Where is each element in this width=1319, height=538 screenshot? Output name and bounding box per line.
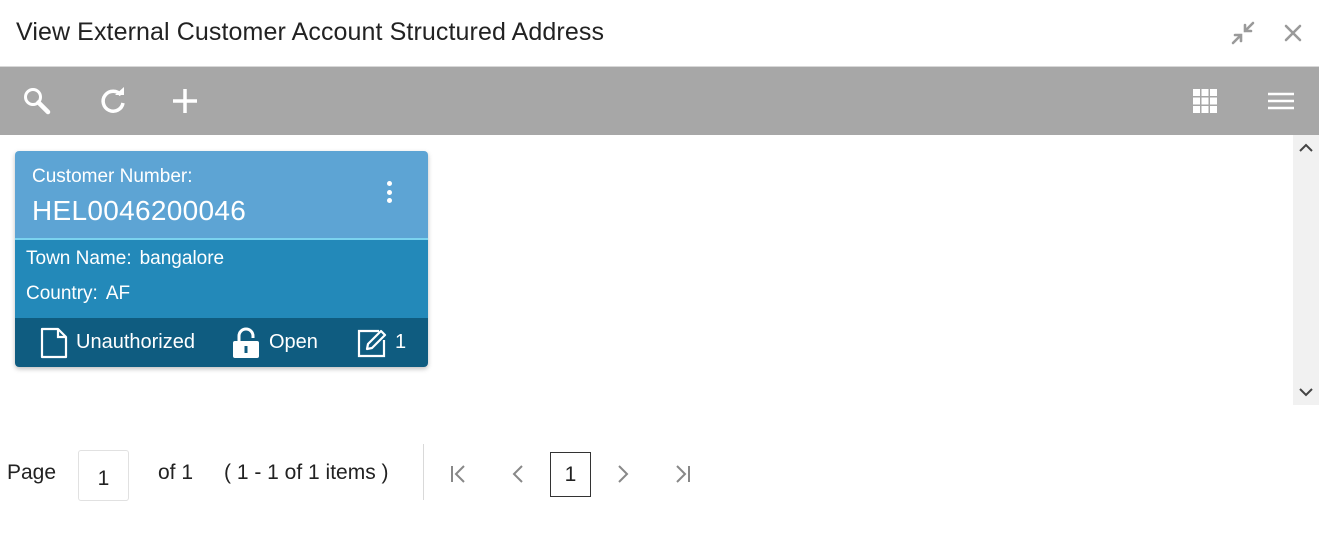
modification-number: 1 <box>357 326 406 359</box>
lock-status-text: Open <box>269 331 318 353</box>
next-page-button[interactable] <box>610 460 636 488</box>
close-button[interactable] <box>1278 18 1308 48</box>
page-number-input[interactable] <box>78 450 129 501</box>
refresh-icon <box>101 87 125 113</box>
chevron-up-icon <box>1299 143 1313 152</box>
document-icon <box>40 327 68 358</box>
town-name-label: Town Name: <box>26 248 132 269</box>
record-card[interactable]: Customer Number: HEL0046200046 Town Name… <box>15 151 428 367</box>
add-button[interactable] <box>167 83 203 119</box>
search-icon <box>24 88 51 115</box>
previous-page-button[interactable] <box>505 460 531 488</box>
kebab-dot-icon <box>386 181 392 186</box>
pagination-bar: Page of 1 ( 1 - 1 of 1 items ) 1 <box>0 444 720 504</box>
page-count: of 1 <box>158 461 194 484</box>
window-title: View External Customer Account Structure… <box>16 18 605 46</box>
customer-number-label: Customer Number: <box>32 166 193 187</box>
last-page-button[interactable] <box>670 460 696 488</box>
close-icon <box>1284 24 1302 42</box>
town-name-value: bangalore <box>139 248 225 269</box>
page-label: Page <box>7 461 57 484</box>
search-button[interactable] <box>19 83 55 119</box>
grid-view-icon <box>1193 89 1217 113</box>
authorization-status-text: Unauthorized <box>76 331 195 353</box>
card-header: Customer Number: HEL0046200046 <box>15 151 428 240</box>
chevron-right-icon <box>618 465 629 483</box>
card-footer: Unauthorized Open 1 <box>15 318 428 367</box>
unlock-icon <box>233 327 259 358</box>
current-page-button[interactable]: 1 <box>550 452 591 497</box>
lock-status: Open <box>231 326 318 359</box>
first-page-button[interactable] <box>445 460 471 488</box>
minimize-button[interactable] <box>1228 18 1258 48</box>
add-icon <box>173 89 197 113</box>
title-bar: View External Customer Account Structure… <box>0 0 1319 67</box>
scroll-up-button[interactable] <box>1293 137 1319 159</box>
vertical-scrollbar[interactable] <box>1293 135 1319 405</box>
town-name-row: Town Name: bangalore <box>26 248 224 270</box>
customer-number-value: HEL0046200046 <box>32 195 247 226</box>
list-view-icon <box>1268 92 1294 110</box>
card-body: Town Name: bangalore Country: AF <box>15 240 428 318</box>
refresh-button[interactable] <box>95 83 131 119</box>
edit-icon <box>357 329 387 357</box>
scroll-down-button[interactable] <box>1293 381 1319 403</box>
list-view-button[interactable] <box>1263 83 1299 119</box>
country-row: Country: AF <box>26 283 130 305</box>
grid-view-button[interactable] <box>1187 83 1223 119</box>
authorization-status: Unauthorized <box>40 326 195 359</box>
chevron-down-icon <box>1299 388 1313 397</box>
kebab-dot-icon <box>386 189 392 195</box>
modification-number-text: 1 <box>395 331 407 353</box>
card-menu-button[interactable] <box>379 177 399 207</box>
chevron-left-icon <box>512 465 523 483</box>
items-range: ( 1 - 1 of 1 items ) <box>224 461 389 484</box>
kebab-dot-icon <box>386 198 392 203</box>
toolbar <box>0 67 1319 135</box>
last-page-icon <box>676 465 690 483</box>
minimize-icon <box>1231 21 1255 45</box>
pagination-divider <box>423 444 424 500</box>
first-page-icon <box>451 465 465 483</box>
country-value: AF <box>105 283 131 304</box>
country-label: Country: <box>26 283 98 304</box>
